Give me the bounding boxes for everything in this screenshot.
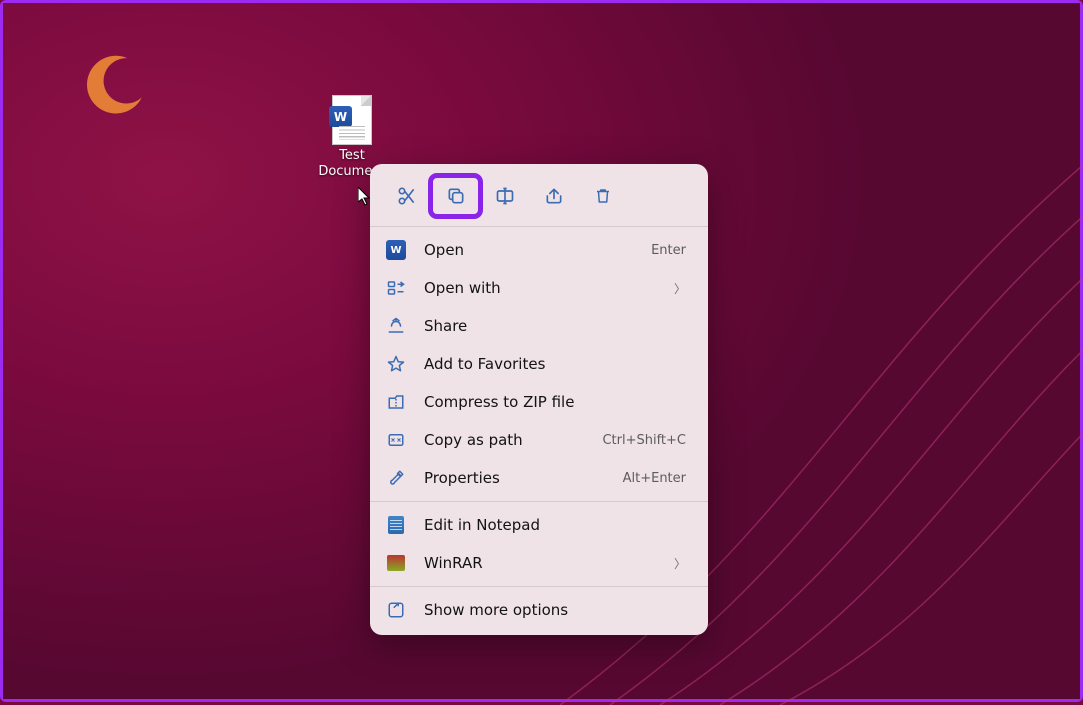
context-menu: W Open Enter Open with 〉 Share Add to Fa…: [370, 164, 708, 635]
wrench-icon: [386, 468, 406, 488]
star-icon: [386, 354, 406, 374]
menu-item-label: WinRAR: [424, 554, 656, 572]
open-with-icon: [386, 278, 406, 298]
menu-item-share[interactable]: Share: [370, 307, 708, 345]
menu-item-label: Share: [424, 317, 686, 335]
menu-item-shortcut: Enter: [651, 243, 686, 258]
share-button-toolbar[interactable]: [529, 176, 578, 216]
trash-icon: [594, 186, 612, 206]
menu-item-label: Compress to ZIP file: [424, 393, 686, 411]
winrar-app-icon: [386, 553, 406, 573]
zip-icon: [386, 392, 406, 412]
notepad-app-icon: [386, 515, 406, 535]
menu-item-shortcut: Alt+Enter: [623, 471, 686, 486]
copy-icon: [446, 186, 466, 206]
share-menu-icon: [386, 316, 406, 336]
menu-item-show-more[interactable]: Show more options: [370, 591, 708, 629]
copy-path-icon: [386, 430, 406, 450]
cut-button[interactable]: [382, 176, 431, 216]
menu-item-notepad[interactable]: Edit in Notepad: [370, 506, 708, 544]
menu-item-properties[interactable]: Properties Alt+Enter: [370, 459, 708, 497]
menu-item-favorites[interactable]: Add to Favorites: [370, 345, 708, 383]
menu-item-label: Edit in Notepad: [424, 516, 686, 534]
chevron-right-icon: 〉: [674, 280, 686, 297]
moon-icon: [82, 52, 148, 118]
share-icon: [544, 186, 564, 206]
rename-icon: [495, 186, 515, 206]
chevron-right-icon: 〉: [674, 555, 686, 572]
menu-item-label: Properties: [424, 469, 605, 487]
menu-item-compress[interactable]: Compress to ZIP file: [370, 383, 708, 421]
more-options-icon: [386, 600, 406, 620]
divider: [370, 501, 708, 502]
mouse-cursor: [358, 187, 372, 207]
menu-item-shortcut: Ctrl+Shift+C: [602, 433, 686, 448]
menu-item-open-with[interactable]: Open with 〉: [370, 269, 708, 307]
menu-item-winrar[interactable]: WinRAR 〉: [370, 544, 708, 582]
context-toolbar: [370, 170, 708, 222]
menu-item-label: Add to Favorites: [424, 355, 686, 373]
scissors-icon: [397, 186, 417, 206]
menu-item-label: Copy as path: [424, 431, 584, 449]
menu-item-open[interactable]: W Open Enter: [370, 231, 708, 269]
menu-item-label: Open: [424, 241, 633, 259]
divider: [370, 226, 708, 227]
copy-button[interactable]: [431, 176, 480, 216]
delete-button[interactable]: [578, 176, 627, 216]
menu-item-label: Show more options: [424, 601, 686, 619]
menu-item-copy-path[interactable]: Copy as path Ctrl+Shift+C: [370, 421, 708, 459]
menu-item-label: Open with: [424, 279, 656, 297]
rename-button[interactable]: [480, 176, 529, 216]
word-file-icon: W: [332, 95, 372, 145]
divider: [370, 586, 708, 587]
word-icon: W: [386, 240, 406, 260]
